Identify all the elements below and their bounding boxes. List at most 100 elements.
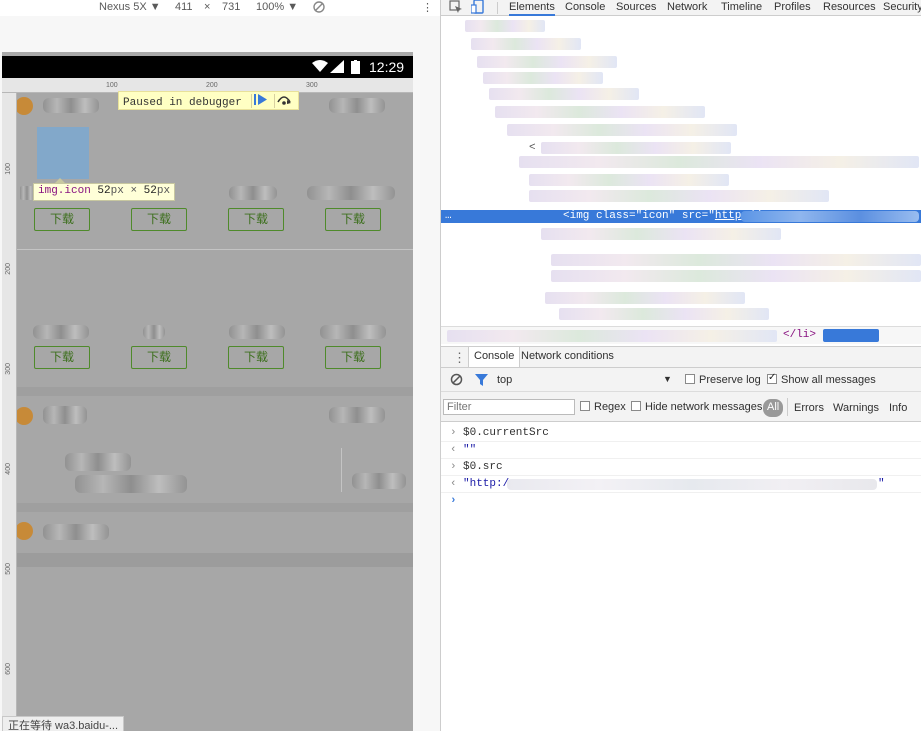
paused-label: Paused in debugger xyxy=(123,97,242,109)
download-button[interactable]: 下载 xyxy=(34,346,90,369)
tab-profiles[interactable]: Profiles xyxy=(774,0,811,14)
result-arrow: ‹ xyxy=(450,444,457,456)
console-input-line: › $0.src xyxy=(441,459,921,476)
selected-node-row[interactable]: … <img class="icon" src="http:// xyxy=(441,210,921,223)
tree-caret[interactable]: < xyxy=(529,142,536,154)
step-over-icon[interactable] xyxy=(273,94,294,108)
blurred-node xyxy=(551,254,921,266)
device-toolbar: Nexus 5X ▼ 411 × 731 100% ▼ ⋮ xyxy=(0,0,440,16)
divider xyxy=(341,448,342,492)
device-select[interactable]: Nexus 5X ▼ xyxy=(99,1,161,13)
tab-timeline[interactable]: Timeline xyxy=(721,0,762,14)
tab-resources[interactable]: Resources xyxy=(823,0,876,14)
ruler-label: 300 xyxy=(5,363,12,375)
download-button[interactable]: 下载 xyxy=(325,346,381,369)
console-result-line: ‹ "" xyxy=(441,442,921,459)
regex-checkbox[interactable]: Regex xyxy=(580,401,626,413)
blurred-node xyxy=(559,308,769,320)
tab-network[interactable]: Network xyxy=(667,0,707,14)
breadcrumb-close-tag: </li> xyxy=(783,329,817,341)
drawer-tab-network-conditions[interactable]: Network conditions xyxy=(521,350,614,362)
tab-security[interactable]: Security xyxy=(883,0,921,14)
level-warnings[interactable]: Warnings xyxy=(833,402,879,414)
prompt-caret[interactable]: › xyxy=(450,495,457,507)
ruler-label: 200 xyxy=(5,263,12,275)
blurred-node xyxy=(551,270,921,282)
zoom-select[interactable]: 100% ▼ xyxy=(256,1,298,13)
download-button[interactable]: 下载 xyxy=(228,346,284,369)
context-select[interactable]: top xyxy=(497,374,512,386)
clock: 12:29 xyxy=(369,59,405,75)
download-button[interactable]: 下载 xyxy=(131,346,187,369)
console-prompt-line[interactable]: › xyxy=(441,493,921,510)
console-result-line: ‹ "http:/ " xyxy=(441,476,921,493)
filter-input[interactable] xyxy=(443,399,575,415)
blurred-node xyxy=(529,190,829,202)
console-result-quote: " xyxy=(878,478,885,490)
tab-sources[interactable]: Sources xyxy=(616,0,656,14)
level-info[interactable]: Info xyxy=(889,402,907,414)
breadcrumb-selected[interactable] xyxy=(823,329,879,342)
node-markup: <img class="icon" src="http:// xyxy=(563,210,761,222)
tab-elements[interactable]: Elements xyxy=(509,0,555,16)
blurred-url xyxy=(741,211,919,222)
preserve-log-checkbox[interactable]: Preserve log xyxy=(685,374,761,386)
console-command: $0.src xyxy=(463,461,503,473)
avatar xyxy=(17,522,33,540)
blurred-node xyxy=(507,124,737,136)
drawer-tab-console[interactable]: Console xyxy=(468,347,521,367)
console-input-line: › $0.currentSrc xyxy=(441,425,921,442)
chevron-down-icon[interactable]: ▼ xyxy=(663,374,672,384)
blurred-node xyxy=(519,156,919,168)
tooltip-tag: img.icon xyxy=(38,185,91,197)
console-result: "http:/ xyxy=(463,478,510,490)
attr-eq: = xyxy=(629,210,636,222)
drawer-menu-icon[interactable]: ⋮ xyxy=(453,350,466,366)
checkbox-icon[interactable] xyxy=(767,372,777,384)
ruler-label: 200 xyxy=(206,82,218,89)
blurred-text xyxy=(43,524,109,540)
console-toolbar: top ▼ Preserve log Show all messages xyxy=(441,368,921,392)
attr-quote: " xyxy=(708,210,715,222)
download-button[interactable]: 下载 xyxy=(228,208,284,231)
ruler-label: 100 xyxy=(5,163,12,175)
blurred-node xyxy=(477,56,617,68)
resume-icon[interactable] xyxy=(250,94,271,108)
console-filter-bar: Regex Hide network messages All Errors W… xyxy=(441,392,921,422)
download-button[interactable]: 下载 xyxy=(131,208,187,231)
node-ellipsis[interactable]: … xyxy=(445,210,452,222)
checkbox-icon[interactable] xyxy=(685,374,695,384)
section-bar xyxy=(17,553,413,567)
clear-icon[interactable] xyxy=(450,373,463,389)
devtools-tabbar: Elements Console Sources Network Timelin… xyxy=(441,0,921,16)
tooltip-arrow xyxy=(55,178,65,183)
checkbox-icon[interactable] xyxy=(580,401,590,411)
device-height[interactable]: 731 xyxy=(222,1,240,13)
blurred-node xyxy=(483,72,603,84)
filter-icon[interactable] xyxy=(475,374,488,389)
toolbar-separator xyxy=(497,2,498,14)
device-width[interactable]: 411 xyxy=(175,1,193,13)
inspect-icon[interactable] xyxy=(449,0,463,17)
console-result: "" xyxy=(463,444,477,456)
rotate-icon[interactable] xyxy=(312,0,326,17)
level-all[interactable]: All xyxy=(763,399,784,417)
input-arrow: › xyxy=(450,461,457,473)
tooltip-unit: px xyxy=(110,185,124,197)
blurred-node xyxy=(465,20,545,32)
dimension-separator: × xyxy=(204,1,211,13)
android-status-bar: 12:29 xyxy=(2,56,413,78)
device-mode-icon[interactable] xyxy=(470,0,485,17)
node-open-tag: <img xyxy=(563,210,597,222)
download-button[interactable]: 下载 xyxy=(325,208,381,231)
show-all-checkbox[interactable]: Show all messages xyxy=(767,372,876,386)
hide-network-checkbox[interactable]: Hide network messages xyxy=(631,401,762,413)
level-errors[interactable]: Errors xyxy=(794,402,824,414)
divider xyxy=(17,249,413,250)
checkbox-icon[interactable] xyxy=(631,401,641,411)
tab-console[interactable]: Console xyxy=(565,0,605,14)
section-gap xyxy=(17,503,413,512)
hide-network-label: Hide network messages xyxy=(645,401,763,413)
download-button[interactable]: 下载 xyxy=(34,208,90,231)
more-menu-icon[interactable]: ⋮ xyxy=(422,1,433,14)
